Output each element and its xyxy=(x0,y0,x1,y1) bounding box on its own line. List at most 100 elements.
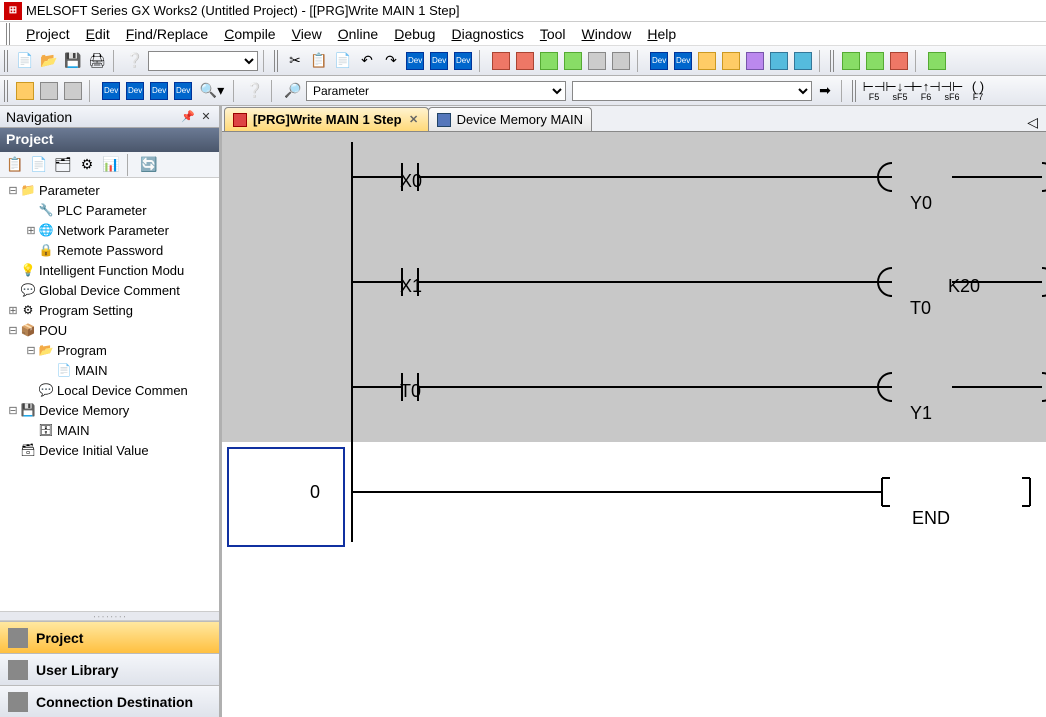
tree-item[interactable]: 🗃Device Initial Value xyxy=(0,440,219,460)
tree-item[interactable]: 💡Intelligent Function Modu xyxy=(0,260,219,280)
ladder2-icon[interactable] xyxy=(864,50,886,72)
new-icon[interactable]: 📄 xyxy=(14,50,36,72)
tree-item[interactable]: ⊟📦POU xyxy=(0,320,219,340)
tool5-icon[interactable] xyxy=(586,50,608,72)
undo-icon[interactable]: ↶ xyxy=(356,50,378,72)
cut-icon[interactable]: ✂ xyxy=(284,50,306,72)
write-plc-icon[interactable] xyxy=(490,50,512,72)
menu-online[interactable]: Online xyxy=(330,24,386,44)
fkey-f6[interactable]: ⊢↑⊣F6 xyxy=(914,79,938,102)
verify-icon[interactable] xyxy=(538,50,560,72)
nav-bottom-project[interactable]: Project xyxy=(0,621,219,653)
nav-tool3-icon[interactable]: 🗂 xyxy=(52,154,74,176)
fkey-sf5[interactable]: ⊢↓⊣sF5 xyxy=(888,79,912,102)
nav-btn3-icon[interactable] xyxy=(62,80,84,102)
help-icon[interactable]: ❔ xyxy=(124,50,146,72)
ladder-view[interactable]: 0 X0X1T0Y0T0Y1K20END xyxy=(222,132,1046,717)
fkey-f5[interactable]: ⊢⊣F5 xyxy=(862,79,886,102)
open-icon[interactable]: 📂 xyxy=(38,50,60,72)
menu-edit[interactable]: Edit xyxy=(78,24,118,44)
toolbar-grip[interactable] xyxy=(6,23,12,45)
menu-window[interactable]: Window xyxy=(574,24,640,44)
step-selection[interactable] xyxy=(227,447,345,547)
dev-a-icon[interactable] xyxy=(100,80,122,102)
dev3-icon[interactable] xyxy=(452,50,474,72)
nav-tool6-icon[interactable]: 🔄 xyxy=(138,154,160,176)
tree-item[interactable]: ⊟📂Program xyxy=(0,340,219,360)
tree-item[interactable]: 📄MAIN xyxy=(0,360,219,380)
parameter-combo[interactable]: Parameter xyxy=(306,81,566,101)
go-icon[interactable]: ➡ xyxy=(814,80,836,102)
project-tree[interactable]: ⊟📁Parameter🔧PLC Parameter⊞🌐Network Param… xyxy=(0,178,219,611)
tool7-icon[interactable] xyxy=(696,50,718,72)
nav-tool2-icon[interactable]: 📄 xyxy=(28,154,50,176)
tree-item[interactable]: 🔒Remote Password xyxy=(0,240,219,260)
tree-item[interactable]: ⊞⚙Program Setting xyxy=(0,300,219,320)
tabs-collapse-icon[interactable]: ◁ xyxy=(1019,114,1046,131)
tree-item[interactable]: 🗄MAIN xyxy=(0,420,219,440)
dev5-icon[interactable] xyxy=(672,50,694,72)
info-icon[interactable]: ❔ xyxy=(244,80,266,102)
paste-icon[interactable]: 📄 xyxy=(332,50,354,72)
menu-compile[interactable]: Compile xyxy=(216,24,283,44)
menu-view[interactable]: View xyxy=(284,24,330,44)
toolbar-grip[interactable] xyxy=(4,50,10,72)
tree-item[interactable]: ⊞🌐Network Parameter xyxy=(0,220,219,240)
nav-tool1-icon[interactable]: 📋 xyxy=(4,154,26,176)
pin-icon[interactable]: 📌 xyxy=(181,110,195,124)
nav-bottom-user-library[interactable]: User Library xyxy=(0,653,219,685)
menu-tool[interactable]: Tool xyxy=(532,24,574,44)
tree-item[interactable]: ⊟📁Parameter xyxy=(0,180,219,200)
tab-icon xyxy=(437,113,451,127)
tool8-icon[interactable] xyxy=(720,50,742,72)
close-icon[interactable]: ✕ xyxy=(199,110,213,124)
tool10-icon[interactable] xyxy=(768,50,790,72)
fkey-sf6[interactable]: ⊣⊢sF6 xyxy=(940,79,964,102)
nav-splitter[interactable]: ۰۰۰۰۰۰۰۰ xyxy=(0,611,219,621)
menu-help[interactable]: Help xyxy=(639,24,684,44)
toolbar-grip[interactable] xyxy=(274,50,280,72)
tool11-icon[interactable] xyxy=(792,50,814,72)
monitor-icon[interactable] xyxy=(562,50,584,72)
menu-diagnostics[interactable]: Diagnostics xyxy=(443,24,531,44)
toolbar-grip[interactable] xyxy=(4,80,10,102)
tree-item[interactable]: 💬Global Device Comment xyxy=(0,280,219,300)
nav-btn1-icon[interactable] xyxy=(14,80,36,102)
tab-close-icon[interactable]: ✕ xyxy=(408,113,420,126)
tool9-icon[interactable] xyxy=(744,50,766,72)
zoom-icon[interactable]: 🔍▾ xyxy=(196,80,228,102)
fkey-f7[interactable]: ( )F7 xyxy=(966,79,990,102)
editor-tab[interactable]: [PRG]Write MAIN 1 Step✕ xyxy=(224,107,429,131)
toolbar-grip[interactable] xyxy=(830,50,836,72)
print-icon[interactable]: 🖨 xyxy=(86,50,108,72)
tool6-icon[interactable] xyxy=(610,50,632,72)
dev4-icon[interactable] xyxy=(648,50,670,72)
dev1-icon[interactable] xyxy=(404,50,426,72)
editor-tab[interactable]: Device Memory MAIN xyxy=(428,107,592,131)
ladder3-icon[interactable] xyxy=(888,50,910,72)
nav-tool5-icon[interactable]: 📊 xyxy=(100,154,122,176)
tree-item[interactable]: 🔧PLC Parameter xyxy=(0,200,219,220)
redo-icon[interactable]: ↷ xyxy=(380,50,402,72)
dev-b-icon[interactable] xyxy=(124,80,146,102)
toolbar-grip[interactable] xyxy=(852,80,858,102)
ladder4-icon[interactable] xyxy=(926,50,948,72)
copy-icon[interactable]: 📋 xyxy=(308,50,330,72)
help-combo[interactable] xyxy=(148,51,258,71)
ladder-icon[interactable] xyxy=(840,50,862,72)
nav-tool4-icon[interactable]: ⚙ xyxy=(76,154,98,176)
dev-d-icon[interactable] xyxy=(172,80,194,102)
tree-item[interactable]: ⊟💾Device Memory xyxy=(0,400,219,420)
menu-debug[interactable]: Debug xyxy=(386,24,443,44)
dev-c-icon[interactable] xyxy=(148,80,170,102)
parameter-combo-2[interactable] xyxy=(572,81,812,101)
menu-project[interactable]: Project xyxy=(18,24,78,44)
dev2-icon[interactable] xyxy=(428,50,450,72)
nav-bottom-connection-destination[interactable]: Connection Destination xyxy=(0,685,219,717)
find-icon[interactable]: 🔎 xyxy=(282,80,304,102)
read-plc-icon[interactable] xyxy=(514,50,536,72)
save-icon[interactable]: 💾 xyxy=(62,50,84,72)
nav-btn2-icon[interactable] xyxy=(38,80,60,102)
menu-find-replace[interactable]: Find/Replace xyxy=(118,24,217,44)
tree-item[interactable]: 💬Local Device Commen xyxy=(0,380,219,400)
